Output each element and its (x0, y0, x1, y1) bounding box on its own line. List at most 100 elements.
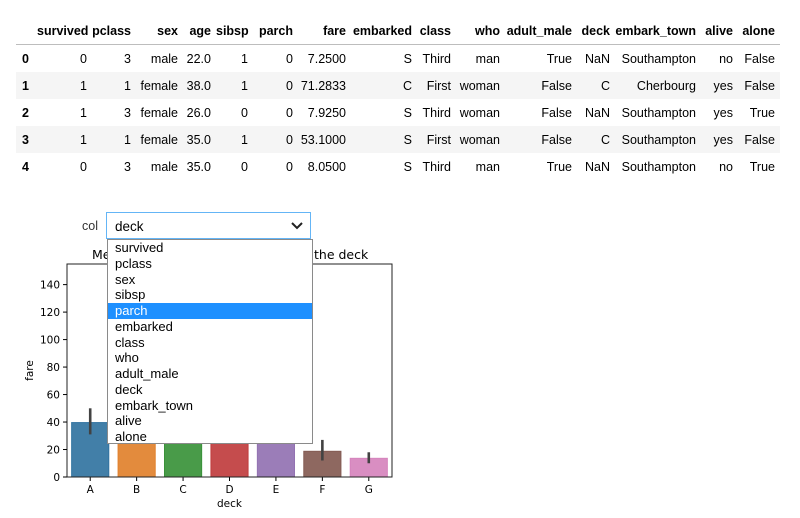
x-axis-label: deck (217, 498, 243, 510)
table-cell: 0 (286, 105, 293, 120)
table-cell: 26.0 (186, 105, 211, 120)
column-header: parch (253, 18, 298, 45)
dropdown-option[interactable]: who (108, 350, 312, 366)
table-cell: man (475, 51, 500, 66)
table-cell: First (426, 78, 451, 93)
table-cell: C (402, 78, 412, 93)
x-tick-label: A (87, 484, 95, 496)
table-row: 1 1 1 female 38.0 1 0 71.2833 C First woman False C C… (16, 72, 780, 99)
table-cell: female (140, 78, 178, 93)
table-cell: False (541, 105, 572, 120)
table-row: 4 0 3 male 35.0 0 0 8.0500 S Third man True NaN South… (16, 153, 780, 180)
table-cell: S (403, 159, 412, 174)
table-cell: Cherbourg (636, 78, 696, 93)
table-cell: 1 (80, 78, 87, 93)
table-row: 3 1 1 female 35.0 1 0 53.1000 S First woman False C S… (16, 126, 780, 153)
table-cell: 1 (80, 105, 87, 120)
table-cell: False (744, 132, 775, 147)
table-cell: 1 (80, 132, 87, 147)
table-cell: 1 (241, 132, 248, 147)
dropdown-option[interactable]: deck (108, 382, 312, 398)
dropdown-option[interactable]: sibsp (108, 287, 312, 303)
row-index: 2 (22, 105, 29, 120)
table-cell: True (749, 159, 775, 174)
table-cell: male (150, 159, 178, 174)
table-cell: male (150, 51, 178, 66)
column-header: who (456, 18, 505, 45)
table-cell: Third (422, 159, 451, 174)
y-tick-label: 100 (40, 335, 60, 347)
table-cell: NaN (584, 105, 610, 120)
y-axis-label: fare (24, 360, 36, 381)
dropdown-option[interactable]: adult_male (108, 366, 312, 382)
row-index: 3 (22, 132, 29, 147)
dropdown-option[interactable]: embarked (108, 319, 312, 335)
table-cell: Southampton (621, 51, 696, 66)
table-cell: Third (422, 105, 451, 120)
x-tick-label: F (319, 484, 325, 496)
table-cell: S (403, 51, 412, 66)
table-cell: woman (459, 132, 500, 147)
y-tick-label: 20 (47, 445, 60, 457)
column-header: deck (577, 18, 615, 45)
table-cell: Southampton (621, 159, 696, 174)
dropdown-value: deck (115, 219, 144, 234)
dropdown-option[interactable]: class (108, 335, 312, 351)
table-cell: yes (713, 78, 733, 93)
table-cell: 8.0500 (307, 159, 346, 174)
table-cell: False (744, 51, 775, 66)
table-cell: 0 (80, 51, 87, 66)
table-cell: 0 (286, 51, 293, 66)
table-cell: S (403, 105, 412, 120)
dropdown-option[interactable]: parch (108, 303, 312, 319)
dropdown-option[interactable]: survived (108, 240, 312, 256)
table-header: survived pclass sex age sibsp parch fare embark… (16, 18, 780, 45)
y-tick-label: 140 (40, 280, 60, 292)
column-header: sibsp (216, 18, 253, 45)
table-cell: 3 (124, 51, 131, 66)
col-dropdown[interactable]: deck (106, 212, 311, 239)
table-cell: 35.0 (186, 132, 211, 147)
dropdown-option[interactable]: embark_town (108, 398, 312, 414)
column-header: embarked (351, 18, 417, 45)
column-header: age (183, 18, 216, 45)
table-cell: 0 (286, 159, 293, 174)
table-cell: 35.0 (186, 159, 211, 174)
table-cell: 0 (241, 105, 248, 120)
table-cell: Southampton (621, 105, 696, 120)
y-tick-label: 40 (47, 417, 60, 429)
column-header: adult_male (505, 18, 577, 45)
table-cell: female (140, 132, 178, 147)
column-header: alive (701, 18, 738, 45)
column-header: alone (738, 18, 780, 45)
dropdown-option[interactable]: pclass (108, 256, 312, 272)
dropdown-option[interactable]: alive (108, 413, 312, 429)
table-cell: yes (713, 105, 733, 120)
table-cell: woman (459, 78, 500, 93)
table-cell: False (744, 78, 775, 93)
dropdown-option[interactable]: sex (108, 272, 312, 288)
table-cell: 0 (241, 159, 248, 174)
x-tick-label: G (365, 484, 373, 496)
table-cell: 0 (286, 78, 293, 93)
y-tick-label: 0 (53, 472, 60, 484)
y-tick-label: 80 (47, 362, 60, 374)
dropdown-option[interactable]: alone (108, 429, 312, 445)
column-header: pclass (92, 18, 136, 45)
table-row: 2 1 3 female 26.0 0 0 7.9250 S Third woman False NaN… (16, 99, 780, 126)
table-cell: 3 (124, 105, 131, 120)
table-cell: First (426, 132, 451, 147)
table-cell: 0 (80, 159, 87, 174)
table-cell: False (541, 78, 572, 93)
column-header: survived (37, 18, 92, 45)
dropdown-options[interactable]: survived pclass sex sibsp parch embarked class… (107, 239, 313, 444)
table-cell: 0 (286, 132, 293, 147)
x-tick-label: C (179, 484, 186, 496)
table-cell: no (719, 51, 733, 66)
chevron-down-icon (291, 222, 303, 230)
table-cell: 1 (241, 51, 248, 66)
table-cell: woman (459, 105, 500, 120)
chart-title-end: the deck (314, 247, 369, 262)
col-label: col (82, 219, 98, 233)
table-cell: 38.0 (186, 78, 211, 93)
